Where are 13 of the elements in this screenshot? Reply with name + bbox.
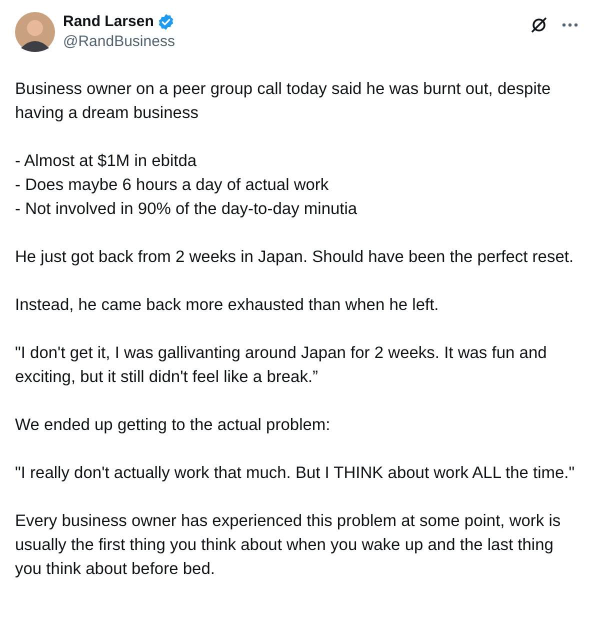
tweet-paragraph: Business owner on a peer group call today said he was burnt out, despite having a dream business xyxy=(15,79,552,124)
slashed-circle-icon[interactable] xyxy=(530,16,548,34)
more-icon[interactable] xyxy=(562,23,578,27)
avatar[interactable] xyxy=(15,12,55,52)
author-name[interactable]: Rand Larsen xyxy=(63,12,154,32)
tweet-paragraph: "I don't get it, I was gallivanting around Japan for 2 weeks. It was fun and exciting, but it still didn't feel like a break.” xyxy=(15,343,548,388)
tweet-paragraph: He just got back from 2 weeks in Japan. Should have been the perfect reset. xyxy=(15,247,575,268)
tweet-paragraph: Every business owner has experienced this problem at some point, work is usually the first thing you think about when you wake up and the last thing you think about before bed. xyxy=(15,511,562,580)
tweet-paragraph: Instead, he came back more exhausted than when he left. xyxy=(15,295,440,316)
tweet-paragraph: "I really don't actually work that much. But I THINK about work ALL the time." xyxy=(15,463,576,484)
author-handle[interactable]: @RandBusiness xyxy=(63,32,175,52)
tweet-paragraph: We ended up getting to the actual problem: xyxy=(15,415,332,436)
tweet-paragraph: - Almost at $1M in ebitda - Does maybe 6 hours a day of actual work - Not involved in 90% of the day-to-day minutia xyxy=(15,151,358,220)
